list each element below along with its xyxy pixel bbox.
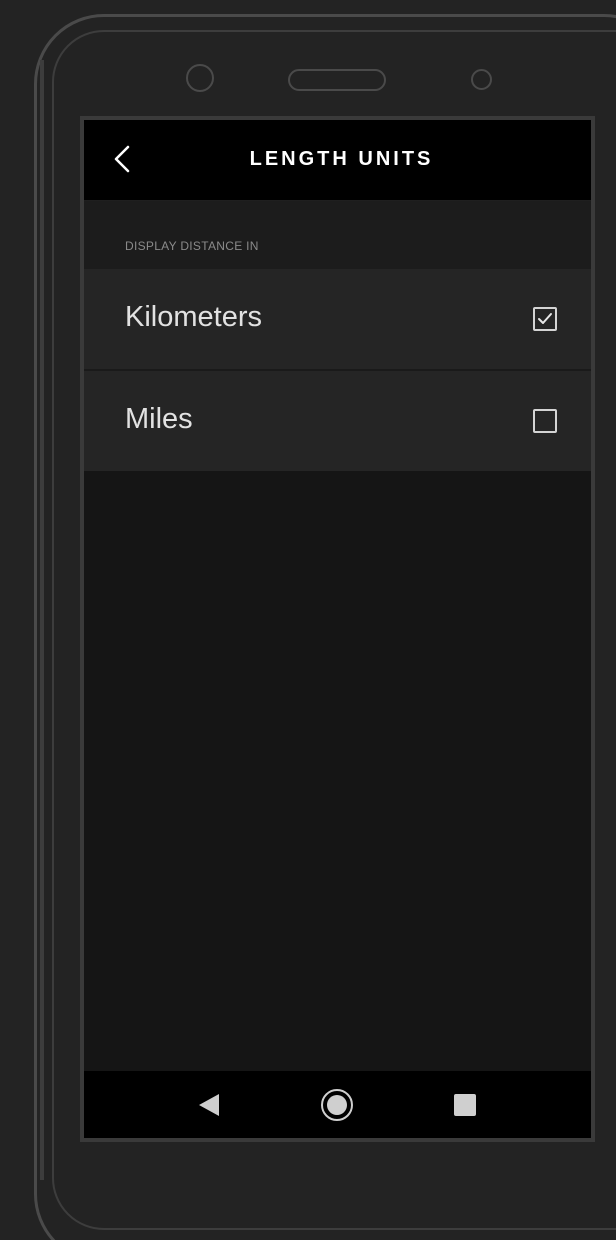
nav-back-button[interactable] xyxy=(198,1093,220,1122)
triangle-back-icon xyxy=(199,1094,219,1116)
option-row-kilometers[interactable]: Kilometers xyxy=(84,269,591,369)
phone-side-edge xyxy=(40,60,44,1180)
earpiece-speaker xyxy=(288,69,386,91)
page-title: LENGTH UNITS xyxy=(249,148,434,170)
checkbox-kilometers[interactable] xyxy=(533,307,557,331)
square-recents-icon[interactable] xyxy=(454,1094,476,1116)
nav-home-button[interactable] xyxy=(320,1088,354,1122)
phone-screen: LENGTH UNITS DISPLAY DISTANCE IN Kilomet… xyxy=(80,116,595,1142)
page: LENGTH UNITS DISPLAY DISTANCE IN Kilomet… xyxy=(0,0,616,1240)
system-nav-bar xyxy=(84,1071,591,1138)
option-row-miles[interactable]: Miles xyxy=(84,371,591,471)
section-header: DISPLAY DISTANCE IN xyxy=(84,201,591,269)
option-label-kilometers: Kilometers xyxy=(125,301,262,333)
proximity-sensor xyxy=(471,69,492,90)
checkmark-icon xyxy=(538,313,552,324)
circle-home-icon xyxy=(321,1089,353,1121)
front-camera xyxy=(186,64,214,92)
checkbox-miles[interactable] xyxy=(533,409,557,433)
app-header: LENGTH UNITS xyxy=(84,120,591,201)
section-label: DISPLAY DISTANCE IN xyxy=(125,239,259,253)
option-label-miles: Miles xyxy=(125,403,193,435)
